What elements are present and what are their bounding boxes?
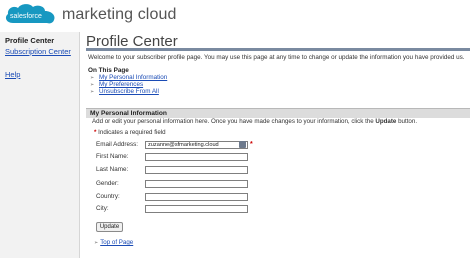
update-button[interactable]: Update	[96, 222, 123, 232]
required-star: *	[250, 141, 253, 148]
form-row-gender: Gender:	[96, 179, 248, 188]
form-row-city: City:	[96, 204, 248, 213]
on-this-page-links: ➢ My Personal Information ➢ My Preferenc…	[90, 74, 167, 95]
form-row-country: Country:	[96, 192, 248, 201]
field-label-email: Email Address:	[96, 141, 138, 148]
gender-field[interactable]	[145, 179, 248, 188]
on-this-page-heading: On This Page	[88, 67, 129, 74]
sidebar-item-help[interactable]: Help	[0, 69, 79, 79]
description-prefix: Add or edit your personal information he…	[92, 118, 376, 125]
description-bold: Update	[375, 118, 397, 125]
sidebar-title: Profile Center	[5, 36, 55, 45]
section-header-personal-info: My Personal Information	[86, 108, 470, 118]
city-field[interactable]	[145, 204, 248, 213]
nav-link-label: My Personal Information	[99, 74, 168, 81]
nav-link-unsubscribe[interactable]: ➢ Unsubscribe From All	[90, 88, 167, 95]
country-field[interactable]	[145, 192, 248, 201]
nav-link-personal-info[interactable]: ➢ My Personal Information	[90, 74, 167, 81]
required-note: * Indicates a required field	[94, 129, 166, 136]
section-title: My Personal Information	[90, 110, 167, 117]
first-name-field[interactable]	[145, 152, 248, 161]
field-label-first-name: First Name:	[96, 153, 129, 160]
page-title: Profile Center	[86, 33, 178, 50]
field-label-gender: Gender:	[96, 180, 119, 187]
logo-text: salesforce	[10, 13, 42, 20]
arrow-right-icon: ➢	[94, 239, 99, 246]
form-row-email: Email Address: *	[96, 140, 253, 149]
section-description: Add or edit your personal information he…	[92, 118, 472, 125]
autofill-key-icon[interactable]	[239, 141, 246, 148]
nav-link-label: My Preferences	[99, 81, 144, 88]
field-label-city: City:	[96, 205, 109, 212]
top-of-page-label: Top of Page	[100, 239, 134, 246]
required-star: *	[94, 129, 97, 136]
title-divider	[86, 48, 470, 51]
field-label-country: Country:	[96, 193, 120, 200]
main-content: Profile Center Welcome to your subscribe…	[82, 32, 474, 258]
email-field[interactable]	[145, 140, 248, 149]
arrow-right-icon: ➢	[90, 74, 95, 81]
form-row-last-name: Last Name:	[96, 165, 248, 174]
nav-link-label: Unsubscribe From All	[99, 88, 159, 95]
top-of-page-link[interactable]: ➢ Top of Page	[94, 239, 133, 246]
salesforce-logo[interactable]: salesforce	[3, 2, 59, 27]
header: salesforce marketing cloud	[0, 0, 474, 30]
sidebar: Profile Center Subscription Center Help	[0, 32, 80, 258]
sidebar-item-subscription-center[interactable]: Subscription Center	[0, 46, 79, 56]
arrow-right-icon: ➢	[90, 81, 95, 88]
welcome-text: Welcome to your subscriber profile page.…	[88, 54, 465, 61]
last-name-field[interactable]	[145, 165, 248, 174]
nav-link-preferences[interactable]: ➢ My Preferences	[90, 81, 167, 88]
brand-name: marketing cloud	[62, 6, 177, 23]
arrow-right-icon: ➢	[90, 88, 95, 95]
required-note-text: Indicates a required field	[98, 129, 166, 136]
field-label-last-name: Last Name:	[96, 166, 129, 173]
description-suffix: button.	[396, 118, 418, 125]
form-row-first-name: First Name:	[96, 152, 248, 161]
